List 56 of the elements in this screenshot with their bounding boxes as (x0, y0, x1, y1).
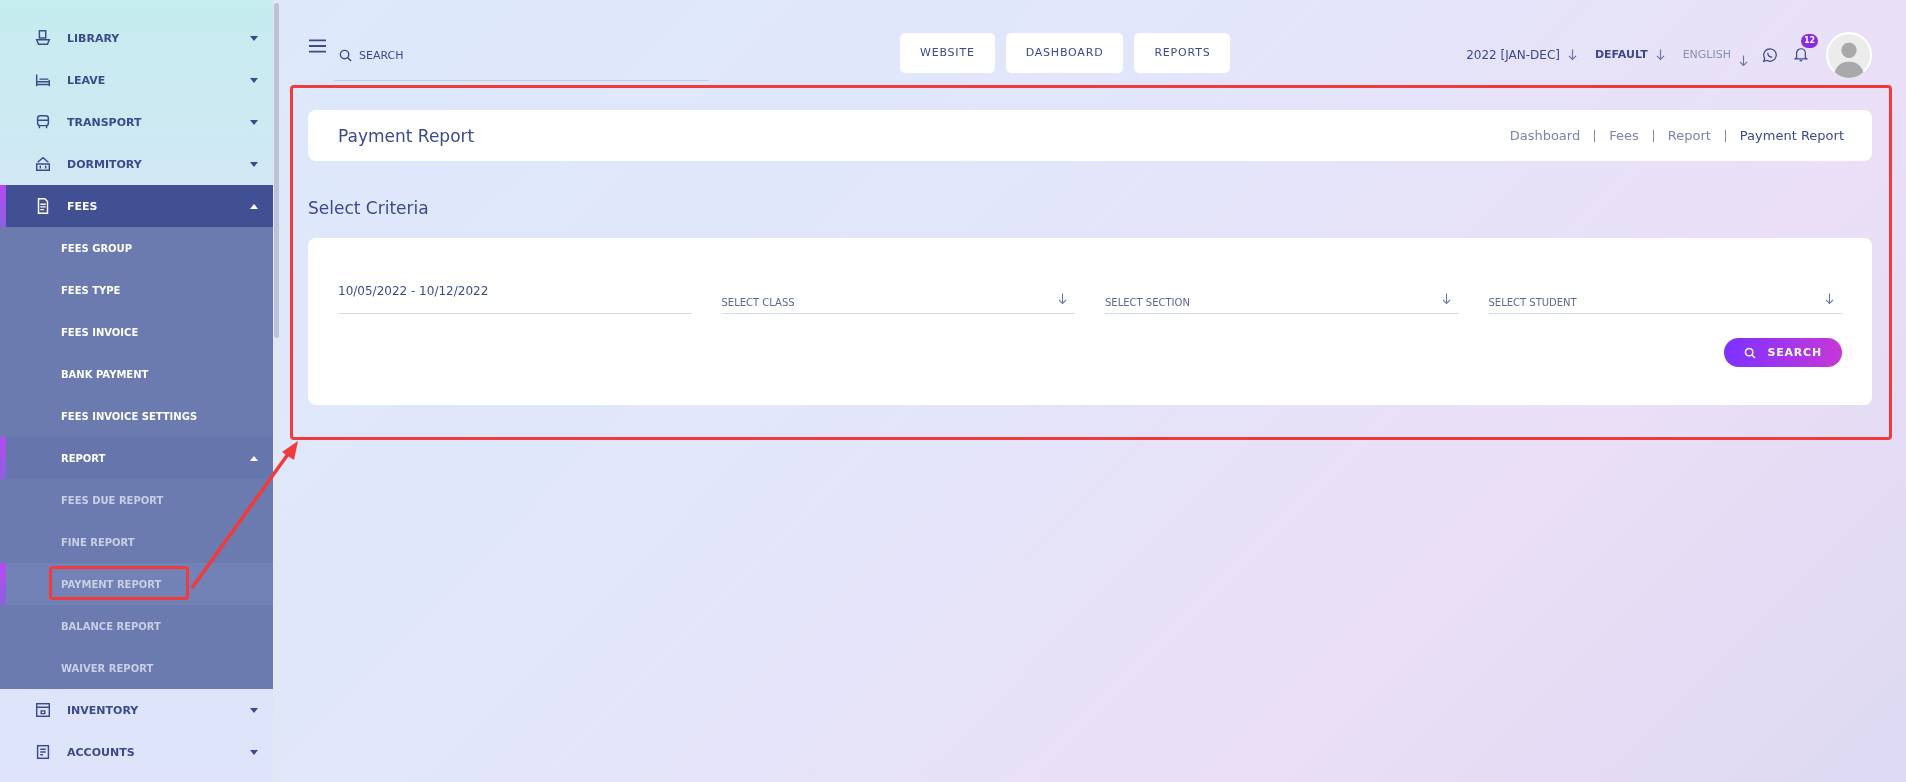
caret-icon (250, 708, 258, 713)
breadcrumb-link[interactable]: Fees (1609, 128, 1639, 143)
building-icon (34, 155, 52, 173)
select-field[interactable]: SELECT SECTION (1105, 289, 1459, 314)
caret-icon (250, 750, 258, 755)
session-dropdown[interactable]: 2022 [JAN-DEC] (1466, 47, 1560, 62)
caret-icon (250, 120, 258, 125)
arrow-down-icon (1825, 293, 1834, 305)
sidebar-item[interactable]: FEES INVOICE SETTINGS (0, 395, 273, 437)
sidebar-item[interactable]: ACCOUNTS (0, 731, 273, 773)
sidebar-item[interactable]: FEES TYPE (0, 269, 273, 311)
breadcrumb-link[interactable]: Report (1667, 128, 1711, 143)
sidebar-item[interactable]: INVENTORY (0, 689, 273, 731)
sidebar-item[interactable]: REPORT (0, 437, 273, 479)
date-range-field[interactable]: 10/05/2022 - 10/12/2022 (338, 282, 692, 314)
sidebar-item[interactable]: DORMITORY (0, 143, 273, 185)
sidebar-item[interactable]: TRANSPORT (0, 101, 273, 143)
menu-icon[interactable] (309, 38, 326, 53)
caret-icon (250, 162, 258, 167)
arrow-down-icon (1441, 293, 1451, 305)
caret-icon (250, 36, 258, 41)
notification-badge: 12 (1801, 33, 1819, 48)
sidebar-item[interactable]: FEES (0, 185, 273, 227)
bell-icon[interactable] (1794, 45, 1808, 62)
nav-button[interactable]: WEBSITE (900, 32, 995, 73)
nav-button[interactable]: DASHBOARD (1005, 32, 1124, 73)
cabinet-icon (34, 701, 52, 719)
arrow-down-icon (1567, 48, 1577, 61)
section-title: Select Criteria (308, 198, 430, 220)
chat-icon[interactable] (1762, 46, 1778, 63)
search-button[interactable]: SEARCH (1723, 338, 1842, 367)
search-field[interactable]: SEARCH (334, 42, 709, 81)
sidebar-item[interactable]: FEES GROUP (0, 227, 273, 269)
bus-icon (34, 113, 52, 131)
book-icon (34, 29, 52, 47)
search-icon (339, 48, 352, 62)
sidebar-item[interactable]: LEAVE (0, 59, 273, 101)
search-icon (1743, 346, 1756, 359)
sidebar-item[interactable]: BANK PAYMENT (0, 353, 273, 395)
select-field[interactable]: SELECT STUDENT (1488, 289, 1842, 314)
caret-icon (250, 204, 258, 209)
arrow-down-icon (1058, 293, 1067, 305)
sidebar-item[interactable]: FEES INVOICE (0, 311, 273, 353)
nav-button[interactable]: REPORTS (1134, 32, 1231, 73)
caret-icon (250, 78, 258, 83)
sidebar-item[interactable]: LIBRARY (0, 17, 273, 59)
arrow-down-icon (1739, 54, 1748, 67)
caret-icon (250, 456, 258, 461)
ledger-icon (34, 743, 52, 761)
breadcrumb-link[interactable]: Dashboard (1509, 128, 1581, 143)
select-field[interactable]: SELECT CLASS (721, 289, 1075, 314)
arrow-down-icon (1655, 48, 1665, 61)
breadcrumb-link[interactable]: Payment Report (1739, 128, 1844, 143)
scrollbar[interactable] (274, 3, 279, 338)
style-dropdown[interactable]: DEFAULT (1594, 48, 1648, 61)
page-title: Payment Report (338, 125, 475, 146)
